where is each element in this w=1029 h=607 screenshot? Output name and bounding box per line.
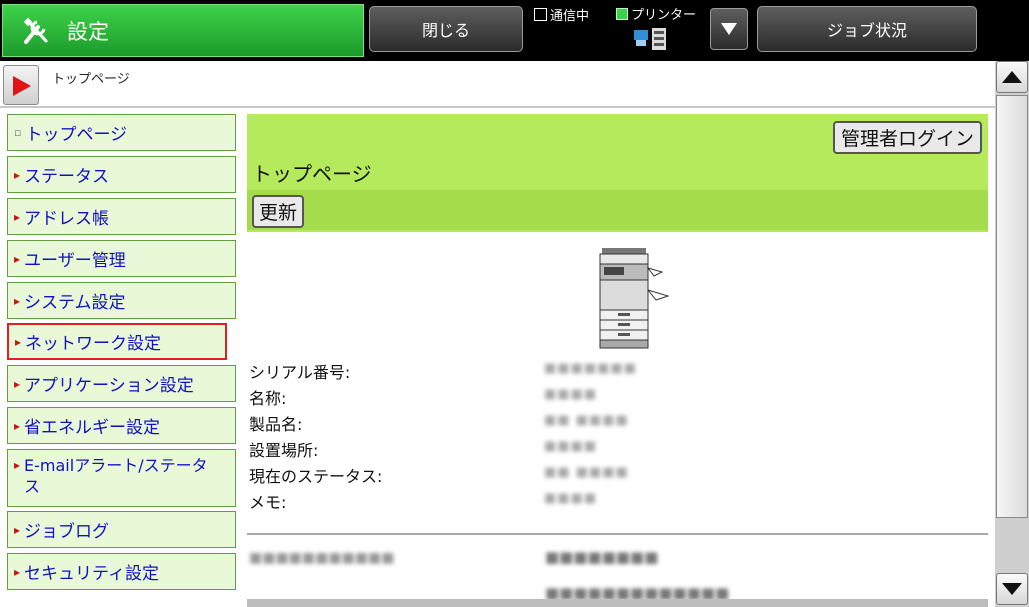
sidebar-item-label: ネットワーク設定 (25, 334, 162, 354)
redacted-value: ■■■■■■■■ (545, 548, 659, 566)
page-title: トップページ (252, 162, 372, 186)
square-icon: ▫ (14, 126, 22, 139)
arrow-right-icon: ▸ (15, 334, 22, 349)
comm-status: 通信中 (534, 5, 589, 24)
vertical-scrollbar[interactable] (995, 61, 1029, 607)
redacted-label: ■■■■■■■■■■■ (249, 550, 395, 566)
scroll-down-button[interactable] (996, 573, 1028, 605)
breadcrumb-text: トップページ (52, 72, 130, 87)
job-status-label: ジョブ状況 (826, 21, 907, 40)
printer-status: プリンター (616, 4, 696, 23)
admin-login-button[interactable]: 管理者ログイン (832, 121, 982, 154)
page-header-panel: 管理者ログイン トップページ 更新 (247, 114, 988, 232)
sidebar-item-security-settings[interactable]: ▸ セキュリティ設定 (7, 553, 236, 590)
sidebar-item-label: ユーザー管理 (24, 251, 126, 271)
tools-icon (23, 17, 48, 44)
main-content: 管理者ログイン トップページ 更新 シリアル番号: ■■■■■■■ 名称: ■■… (247, 114, 988, 607)
refresh-button[interactable]: 更新 (252, 195, 305, 228)
sidebar-item-label: E-mailアラート/ステータス (24, 456, 208, 496)
product-name-label: 製品名: (249, 415, 303, 434)
arrow-right-icon: ▸ (14, 251, 21, 266)
sidebar-item-user-management[interactable]: ▸ ユーザー管理 (7, 240, 236, 277)
play-icon (13, 76, 31, 96)
job-status-button[interactable]: ジョブ状況 (757, 6, 977, 52)
app-title-text: 設定 (67, 19, 109, 44)
arrow-right-icon: ▸ (14, 522, 21, 537)
current-status-value: ■■ ■■■■ (544, 465, 629, 480)
sidebar-item-label: アドレス帳 (24, 209, 110, 229)
breadcrumb-toggle-button[interactable] (3, 65, 39, 105)
sidebar: ▫ トップページ ▸ ステータス ▸ アドレス帳 ▸ ユーザー管理 ▸ システム… (0, 110, 240, 607)
section-divider (247, 533, 988, 535)
memo-label: メモ: (249, 493, 287, 512)
arrow-right-icon: ▸ (14, 458, 21, 472)
close-button[interactable]: 閉じる (369, 6, 523, 52)
product-name-value: ■■ ■■■■ (544, 413, 629, 428)
triangle-down-icon (1002, 583, 1022, 595)
sidebar-item-system-settings[interactable]: ▸ システム設定 (7, 282, 236, 319)
sidebar-item-label: トップページ (25, 125, 128, 145)
triangle-up-icon (1002, 71, 1022, 83)
bottom-strip (247, 599, 988, 607)
scroll-thumb[interactable] (996, 95, 1028, 518)
printer-status-label: プリンター (631, 8, 697, 23)
arrow-right-icon: ▸ (14, 564, 21, 579)
sidebar-item-label: システム設定 (24, 293, 126, 313)
comm-indicator-icon (534, 8, 547, 21)
sidebar-item-label: ステータス (24, 167, 110, 187)
sidebar-item-label: ジョブログ (24, 522, 110, 542)
sidebar-item-label: セキュリティ設定 (24, 564, 160, 584)
arrow-right-icon: ▸ (14, 293, 21, 308)
current-status-label: 現在のステータス: (249, 467, 383, 486)
sidebar-item-label: アプリケーション設定 (24, 376, 194, 396)
sidebar-item-label: 省エネルギー設定 (24, 418, 161, 438)
sidebar-item-email-alert[interactable]: ▸ E-mailアラート/ステータス (7, 449, 236, 507)
arrow-right-icon: ▸ (14, 167, 21, 182)
sidebar-item-network-settings[interactable]: ▸ ネットワーク設定 (7, 323, 227, 360)
toolbar-strip (247, 190, 988, 230)
top-bar: 設定 閉じる 通信中 プリンター ジョブ状況 (0, 0, 1029, 61)
scroll-up-button[interactable] (996, 61, 1028, 93)
settings-title: 設定 (2, 4, 364, 57)
sidebar-item-address-book[interactable]: ▸ アドレス帳 (7, 198, 236, 235)
location-label: 設置場所: (249, 441, 319, 460)
sidebar-item-job-log[interactable]: ▸ ジョブログ (7, 511, 236, 548)
name-label: 名称: (249, 389, 287, 408)
arrow-right-icon: ▸ (14, 418, 21, 433)
sidebar-item-status[interactable]: ▸ ステータス (7, 156, 236, 193)
triangle-down-icon (721, 23, 737, 35)
memo-value: ■■■■ (544, 491, 598, 506)
sidebar-item-application-settings[interactable]: ▸ アプリケーション設定 (7, 365, 236, 402)
name-value: ■■■■ (544, 387, 598, 402)
comm-status-label: 通信中 (550, 9, 590, 24)
arrow-right-icon: ▸ (14, 209, 21, 224)
arrow-right-icon: ▸ (14, 376, 21, 391)
sidebar-item-energy-saving[interactable]: ▸ 省エネルギー設定 (7, 407, 236, 444)
serial-number-label: シリアル番号: (249, 363, 351, 382)
close-button-label: 閉じる (421, 21, 470, 40)
dropdown-button[interactable] (710, 8, 748, 50)
location-value: ■■■■ (544, 439, 598, 454)
printer-indicator-icon (616, 7, 628, 20)
serial-number-value: ■■■■■■■ (544, 361, 637, 376)
multifunction-printer-icon (599, 248, 670, 349)
sidebar-item-top-page[interactable]: ▫ トップページ (7, 114, 236, 151)
printer-icon (634, 28, 666, 50)
breadcrumb: トップページ (0, 61, 995, 108)
